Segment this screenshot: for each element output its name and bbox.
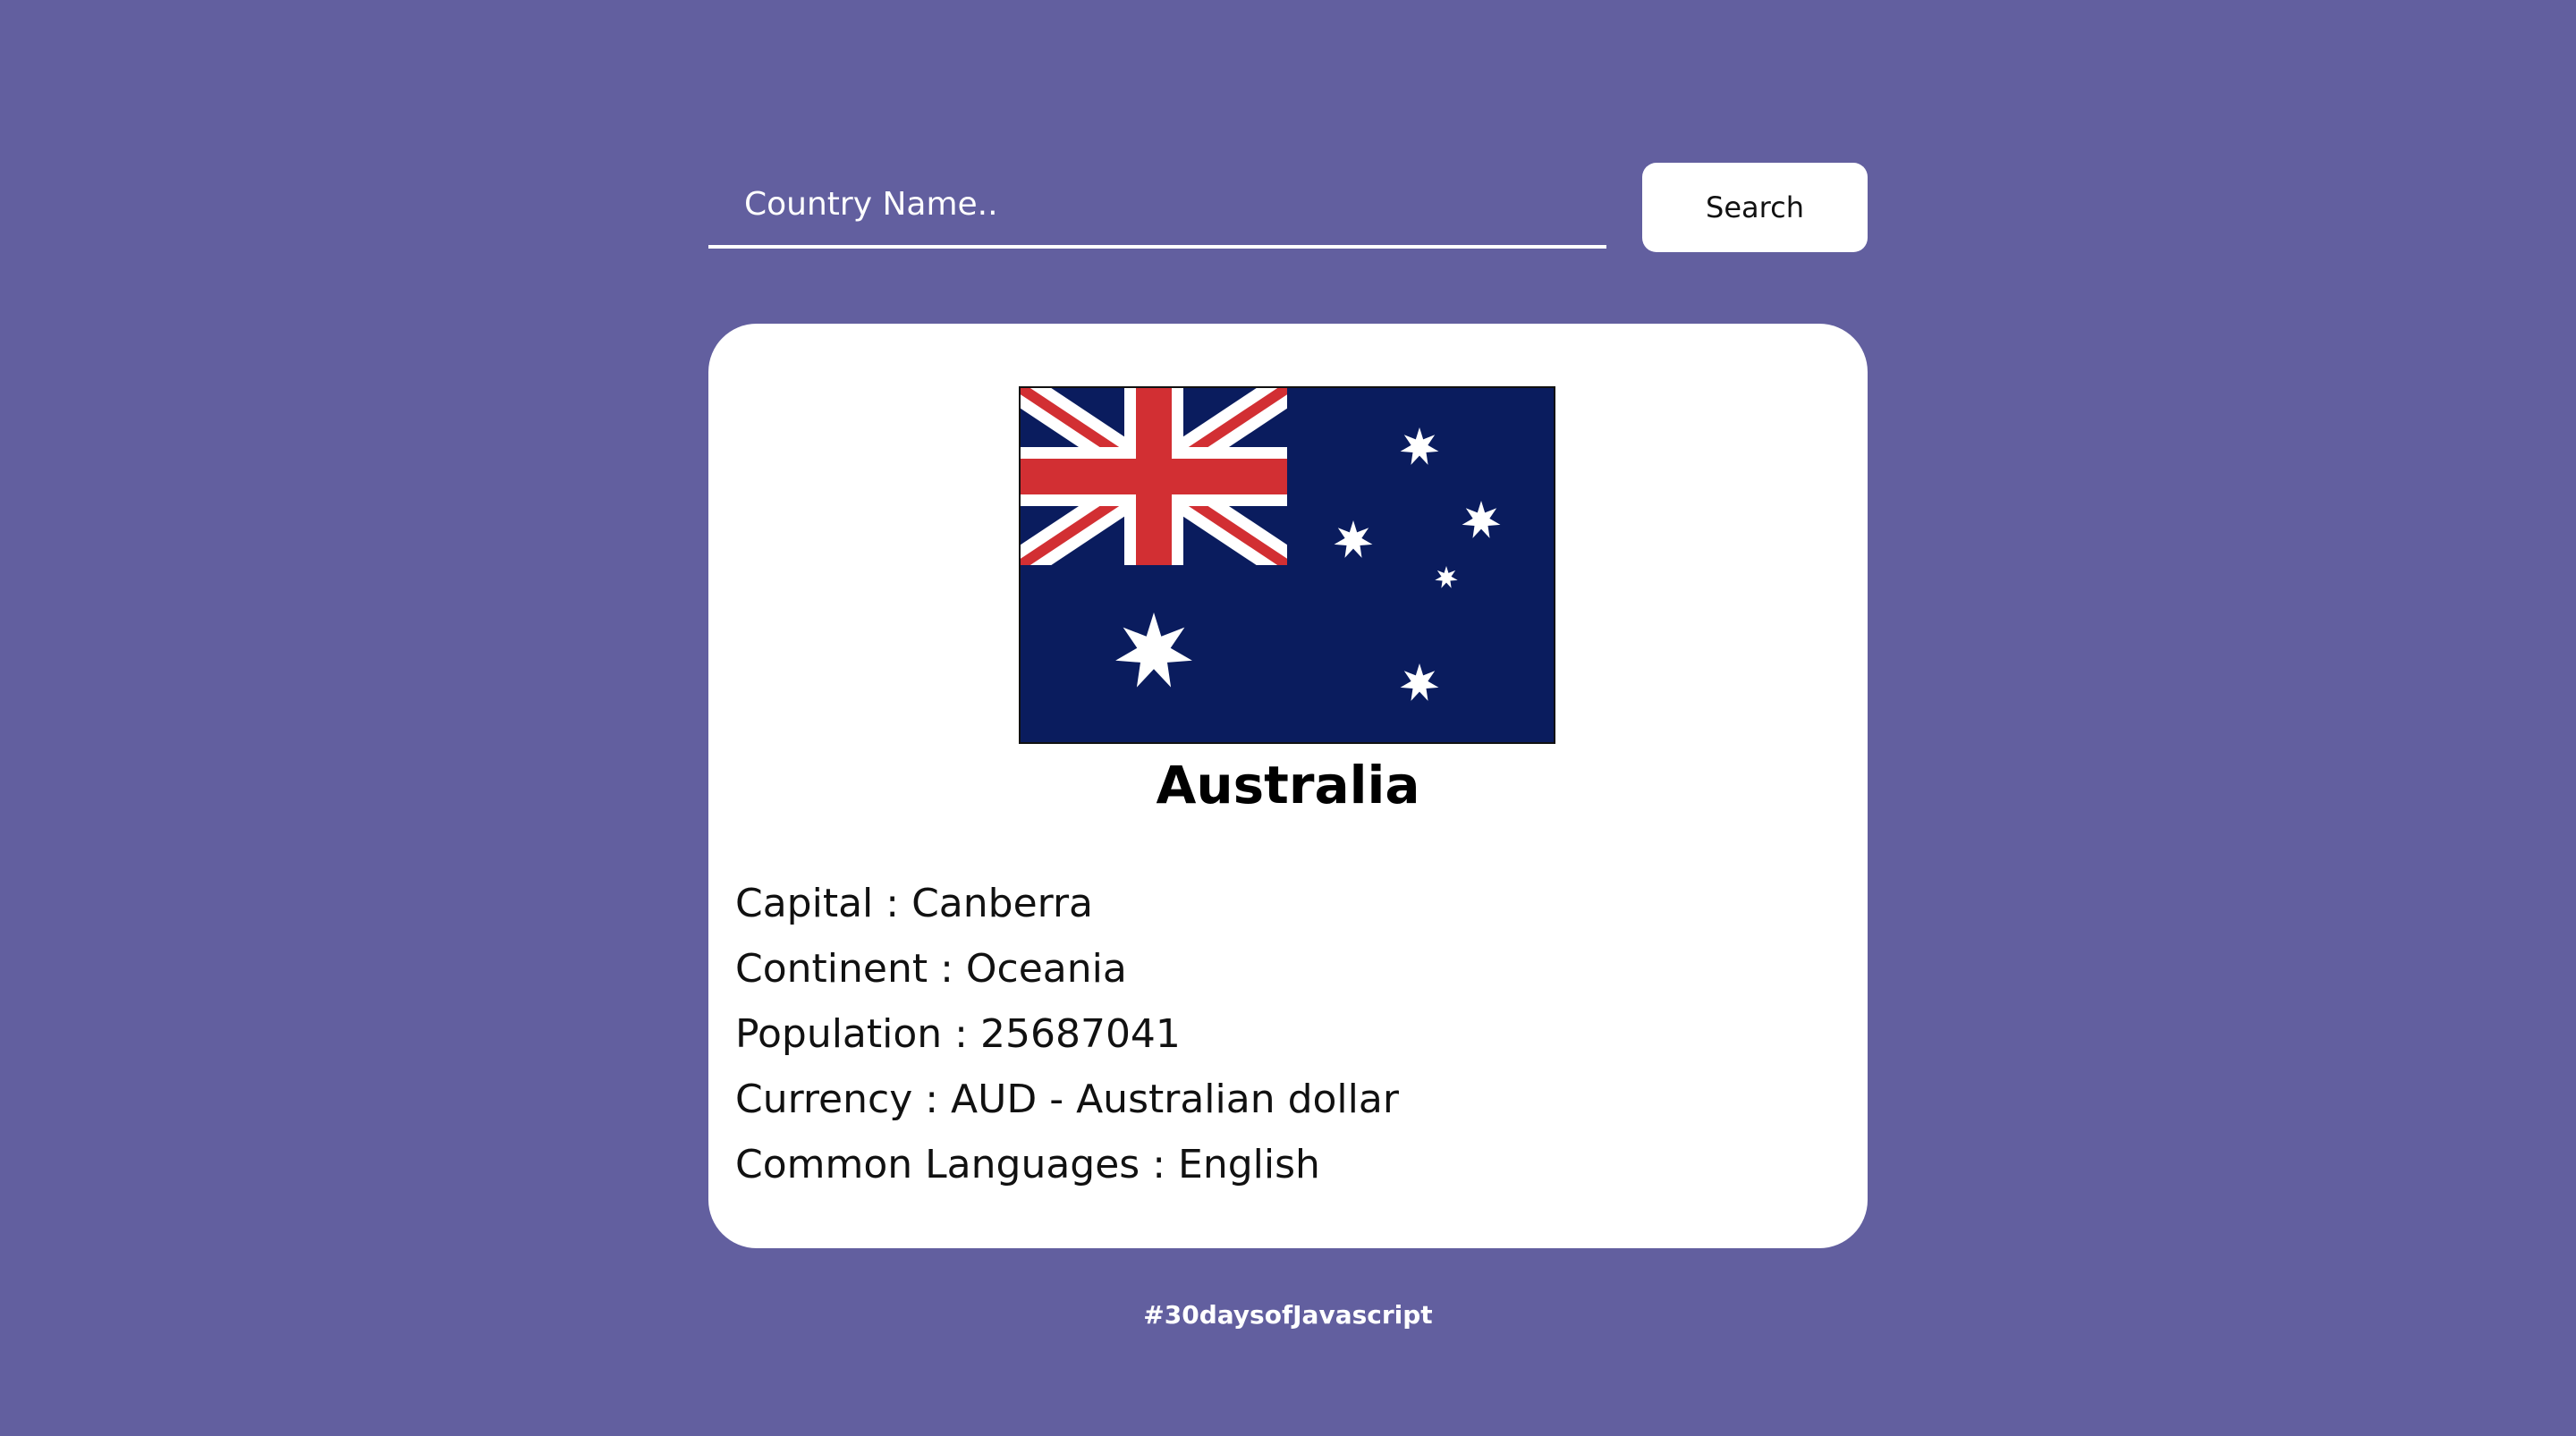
country-name: Australia <box>1156 755 1420 815</box>
capital-label: Capital <box>735 881 874 926</box>
languages-value: English <box>1178 1142 1320 1187</box>
population-detail: Population : 25687041 <box>735 1011 1181 1057</box>
search-button[interactable]: Search <box>1642 163 1868 252</box>
population-label: Population <box>735 1011 943 1057</box>
continent-detail: Continent : Oceania <box>735 946 1127 992</box>
currency-detail: Currency : AUD - Australian dollar <box>735 1077 1399 1122</box>
continent-label: Continent <box>735 946 928 992</box>
country-details-list: Capital : Canberra Continent : Oceania P… <box>735 871 1841 1197</box>
search-bar: Search <box>708 163 1868 252</box>
country-search-input[interactable] <box>708 163 1606 249</box>
capital-detail: Capital : Canberra <box>735 881 1094 926</box>
country-card: Australia Capital : Canberra Continent :… <box>708 324 1868 1248</box>
capital-value: Canberra <box>911 881 1094 926</box>
currency-value: AUD - Australian dollar <box>951 1077 1399 1122</box>
footer-hashtag: #30daysofJavascript <box>1143 1300 1433 1330</box>
australia-flag-icon <box>1019 386 1555 744</box>
continent-value: Oceania <box>965 946 1127 992</box>
currency-label: Currency <box>735 1077 913 1122</box>
languages-label: Common Languages <box>735 1142 1140 1187</box>
population-value: 25687041 <box>979 1011 1181 1057</box>
languages-detail: Common Languages : English <box>735 1142 1320 1187</box>
